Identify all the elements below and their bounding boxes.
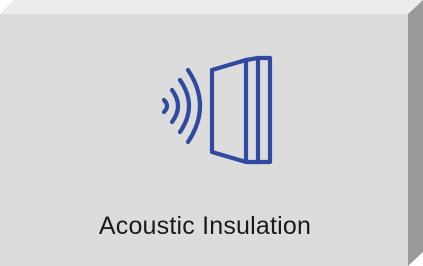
sound-through-wall-icon xyxy=(150,50,280,170)
tile-label: Acoustic Insulation xyxy=(98,212,312,240)
tile-side-edge xyxy=(408,0,423,266)
sound-wave-large-icon xyxy=(177,77,192,135)
wall-panel-front-icon xyxy=(209,57,249,165)
sound-wave-medium-icon xyxy=(169,87,181,125)
tile-top-edge xyxy=(0,0,423,14)
acoustic-insulation-tile[interactable]: Acoustic Insulation xyxy=(0,0,423,266)
sound-wave-small-icon xyxy=(161,97,170,115)
